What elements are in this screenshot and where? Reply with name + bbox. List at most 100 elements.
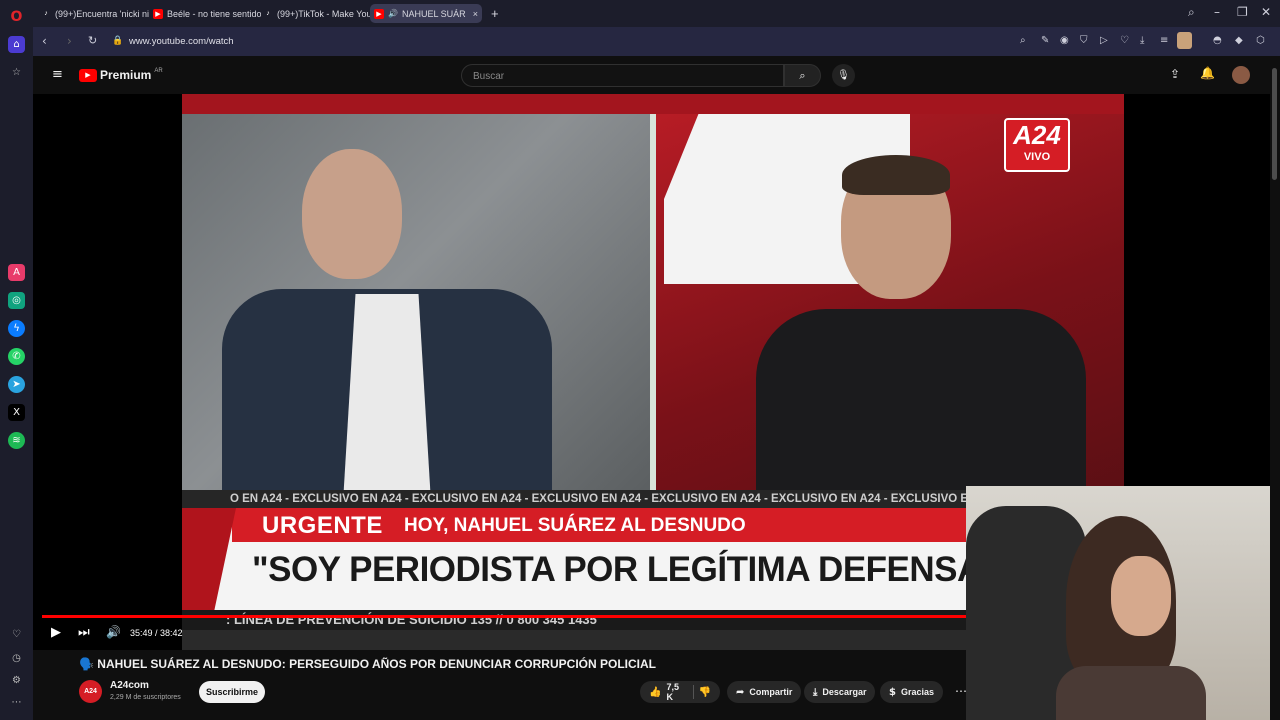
home-icon[interactable]: ⌂ [8, 36, 25, 53]
play-icon[interactable]: ▷ [1100, 35, 1108, 46]
shield-icon[interactable]: ⛉ [1080, 35, 1088, 46]
camera-icon[interactable]: ◉ [1060, 35, 1069, 46]
whatsapp-icon[interactable]: ✆ [8, 348, 25, 365]
urgent-text: HOY, NAHUEL SUÁREZ AL DESNUDO [404, 515, 746, 536]
tab-youtube-beele[interactable]: ▶ Beéle - no tiene sentido (V [149, 4, 261, 23]
telegram-icon[interactable]: ➤ [8, 376, 25, 393]
hamburger-menu-icon[interactable]: ≡ [52, 67, 63, 82]
opera-sidebar: O ⌂ ☆ A ◎ ϟ ✆ ➤ X ≋ ♡ ◷ ⚙ ⋯ [0, 0, 33, 720]
a24-logo-text: A24 [1013, 120, 1061, 150]
lock-icon: 🔒 [112, 36, 124, 46]
extension-icon[interactable]: ◓ [1213, 35, 1222, 46]
more-icon[interactable]: ⋯ [8, 694, 25, 711]
new-tab-button[interactable]: + [487, 4, 503, 23]
tiktok-icon: ♪ [44, 10, 48, 17]
video-top-strip [182, 94, 1124, 114]
download-icon[interactable]: ⤓ [1140, 35, 1144, 46]
tab-active-youtube[interactable]: ▶ 🔊 NAHUEL SUÁR × [370, 4, 482, 23]
like-dislike-group[interactable]: 👍 7,5 K 👎 [640, 681, 720, 703]
video-title: 🗣️ NAHUEL SUÁREZ AL DESNUDO: PERSEGUIDO … [79, 657, 656, 671]
x-icon[interactable]: X [8, 404, 25, 421]
channel-avatar[interactable]: A24 [79, 680, 102, 703]
download-button[interactable]: ⤓ Descargar [804, 681, 876, 703]
scrollbar-thumb[interactable] [1272, 68, 1277, 180]
share-icon: ➦ [736, 686, 745, 698]
heart-icon[interactable]: ♡ [1120, 35, 1129, 46]
youtube-header: ≡ ▶ Premium AR Buscar ⌕ 🎙 ⇪ 🔔 [33, 56, 1280, 94]
tab-tiktok[interactable]: ♪ (99+)TikTok - Make Your D [259, 4, 371, 23]
wallet-icon[interactable]: ◆ [1235, 35, 1243, 46]
youtube-play-icon: ▶ [79, 68, 97, 82]
subscriber-count: 2,29 M de suscriptores [110, 694, 181, 701]
settings-icon[interactable]: ⚙ [8, 672, 25, 689]
opera-logo-icon[interactable]: O [8, 8, 25, 25]
minimize-icon[interactable]: – [1214, 5, 1220, 19]
webcam-overlay [966, 486, 1280, 720]
search-button[interactable]: ⌕ [784, 64, 821, 87]
search-input[interactable]: Buscar [461, 64, 784, 87]
guest-person [222, 149, 582, 519]
streamer-person [1056, 516, 1206, 720]
account-avatar[interactable] [1232, 66, 1250, 84]
thanks-button[interactable]: $ Gracias [880, 681, 943, 703]
host-person [756, 155, 1086, 519]
download-icon: ⤓ [813, 686, 818, 698]
tiktok-icon: ♪ [266, 10, 270, 17]
region-code: AR [154, 68, 163, 74]
youtube-icon: ▶ [374, 8, 384, 19]
divider [692, 685, 694, 699]
volume-icon[interactable]: 🔊 [106, 625, 121, 639]
notifications-bell-icon[interactable]: 🔔 [1200, 66, 1215, 80]
heart-icon[interactable]: ♡ [8, 626, 25, 643]
speaker-icon: 🔊 [388, 9, 398, 18]
channel-name[interactable]: A24com [110, 680, 149, 691]
voice-search-button[interactable]: 🎙 [832, 64, 855, 87]
aria-icon[interactable]: A [8, 264, 25, 281]
super-thanks-icon: $ [889, 686, 896, 698]
tab-label: NAHUEL SUÁR [401, 8, 466, 19]
back-icon[interactable]: ‹ [42, 34, 47, 48]
profile-icon[interactable] [1177, 32, 1192, 49]
edit-icon[interactable]: ✎ [1041, 35, 1049, 46]
history-icon[interactable]: ◷ [8, 650, 25, 667]
youtube-logo[interactable]: ▶ Premium AR [79, 68, 163, 82]
find-icon[interactable]: ⌕ [1020, 35, 1026, 46]
tab-bar: ♪ (99+)Encuentra 'nicki nico ▶ Beéle - n… [33, 0, 1280, 27]
live-label: VIVO [1023, 151, 1051, 163]
video-left-panel [182, 114, 650, 519]
url-text[interactable]: www.youtube.com/watch [129, 36, 234, 47]
news-headline: "SOY PERIODISTA POR LEGÍTIMA DEFENSA" [252, 550, 998, 589]
thumbs-down-icon[interactable]: 👎 [699, 687, 711, 698]
play-button[interactable]: ▶ [51, 625, 61, 640]
search-tabs-icon[interactable]: ⌕ [1188, 5, 1195, 20]
upload-icon[interactable]: ⇪ [1170, 67, 1180, 81]
reload-icon[interactable]: ↻ [88, 34, 97, 47]
forward-icon[interactable]: › [67, 34, 72, 48]
maximize-icon[interactable]: ❐ [1237, 5, 1248, 19]
subscribe-button[interactable]: Suscribirme [199, 681, 265, 703]
messenger-icon[interactable]: ϟ [8, 320, 25, 337]
time-display: 35:49 / 38:42 [130, 628, 183, 638]
share-button[interactable]: ➦ Compartir [727, 681, 802, 703]
page-scrollbar[interactable] [1270, 56, 1280, 720]
search-icon: ⌕ [799, 68, 806, 82]
next-button[interactable]: ⏭ [78, 625, 90, 640]
chatgpt-icon[interactable]: ◎ [8, 292, 25, 309]
tab-tiktok-search[interactable]: ♪ (99+)Encuentra 'nicki nico [37, 4, 149, 23]
extensions-cube-icon[interactable]: ⬡ [1256, 35, 1265, 46]
urgent-label: URGENTE [262, 512, 383, 539]
video-right-panel [656, 114, 1124, 519]
menu-icon[interactable]: ≡ [1160, 35, 1168, 46]
youtube-logo-text: Premium [100, 68, 152, 82]
close-window-icon[interactable]: ✕ [1261, 5, 1271, 19]
youtube-icon: ▶ [153, 8, 163, 19]
tab-label: Beéle - no tiene sentido (V [167, 8, 261, 19]
thumbs-up-icon[interactable]: 👍 [649, 687, 661, 698]
spotify-icon[interactable]: ≋ [8, 432, 25, 449]
a24-channel-logo: A24 VIVO [1004, 118, 1070, 172]
star-icon[interactable]: ☆ [8, 64, 25, 81]
share-label: Compartir [749, 687, 793, 697]
thanks-label: Gracias [900, 687, 934, 697]
close-tab-icon[interactable]: × [473, 9, 478, 19]
address-bar: ‹ › ↻ 🔒 www.youtube.com/watch ⌕ ✎ ◉ ⛉ ▷ … [33, 27, 1280, 56]
